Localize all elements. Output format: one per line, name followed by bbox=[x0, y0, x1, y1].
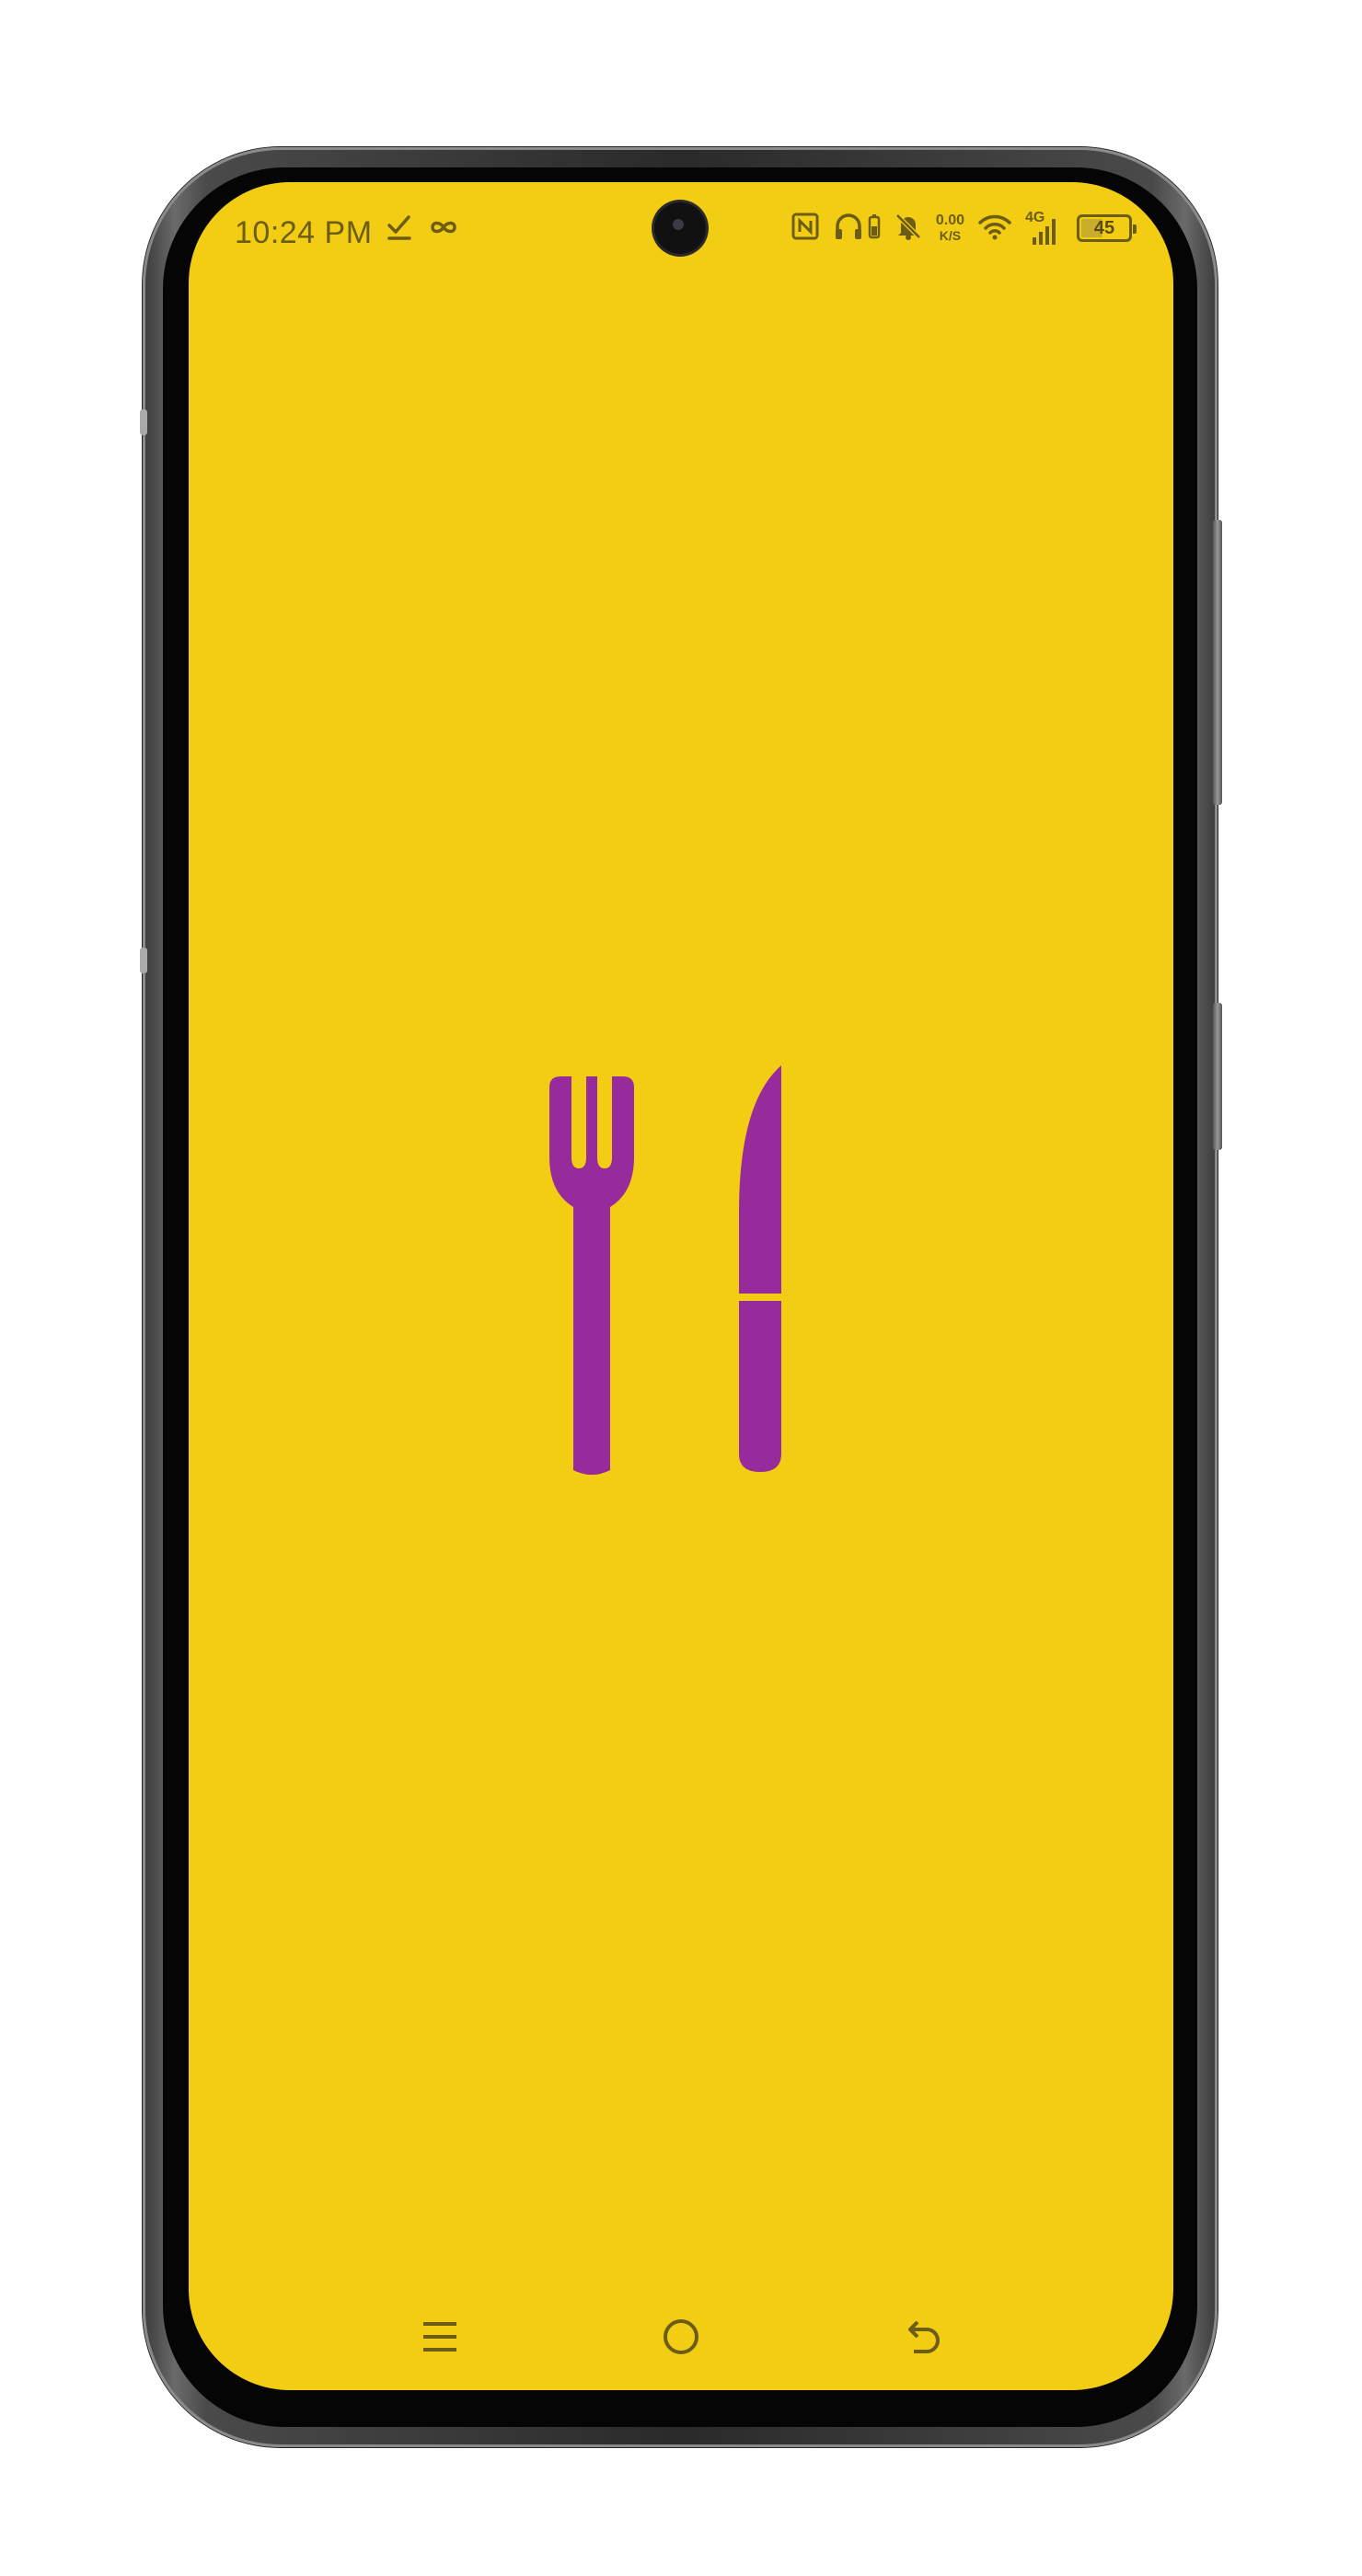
battery-level: 45 bbox=[1093, 217, 1115, 238]
status-right-icons: 0.00 K/S 4G 45 bbox=[791, 210, 1137, 247]
muted-bell-icon bbox=[894, 212, 923, 246]
network-speed: 0.00 K/S bbox=[936, 213, 964, 244]
checkmark-download-icon bbox=[387, 213, 412, 246]
signal-icon bbox=[1033, 219, 1056, 245]
battery-saver-icon bbox=[868, 213, 881, 244]
cellular-signal: 4G bbox=[1025, 210, 1064, 247]
knife-icon bbox=[739, 1065, 781, 1472]
nfc-icon bbox=[791, 212, 820, 246]
battery-indicator: 45 bbox=[1077, 214, 1137, 242]
fork-and-knife-icon bbox=[535, 1065, 829, 1489]
status-time: 10:24 PM bbox=[235, 215, 373, 250]
menu-icon[interactable] bbox=[412, 2309, 467, 2364]
headphones-icon bbox=[833, 211, 864, 247]
fork-icon bbox=[549, 1076, 634, 1475]
home-icon[interactable] bbox=[653, 2309, 709, 2364]
infinity-icon bbox=[429, 218, 458, 241]
network-speed-unit: K/S bbox=[939, 228, 962, 243]
side-notch-bottom bbox=[140, 948, 147, 973]
wifi-icon bbox=[977, 213, 1012, 245]
volume-button bbox=[1213, 520, 1222, 805]
network-speed-value: 0.00 bbox=[935, 213, 964, 228]
app-screen: 10:24 PM 0.00 K/S 4G 45 bbox=[189, 182, 1173, 2390]
status-left-icons bbox=[387, 213, 458, 246]
side-notch-top bbox=[140, 409, 147, 435]
navigation-bar bbox=[189, 2289, 1173, 2390]
back-icon[interactable] bbox=[895, 2309, 951, 2364]
power-button bbox=[1213, 1003, 1222, 1150]
status-bar: 10:24 PM 0.00 K/S 4G 45 bbox=[189, 182, 1173, 274]
